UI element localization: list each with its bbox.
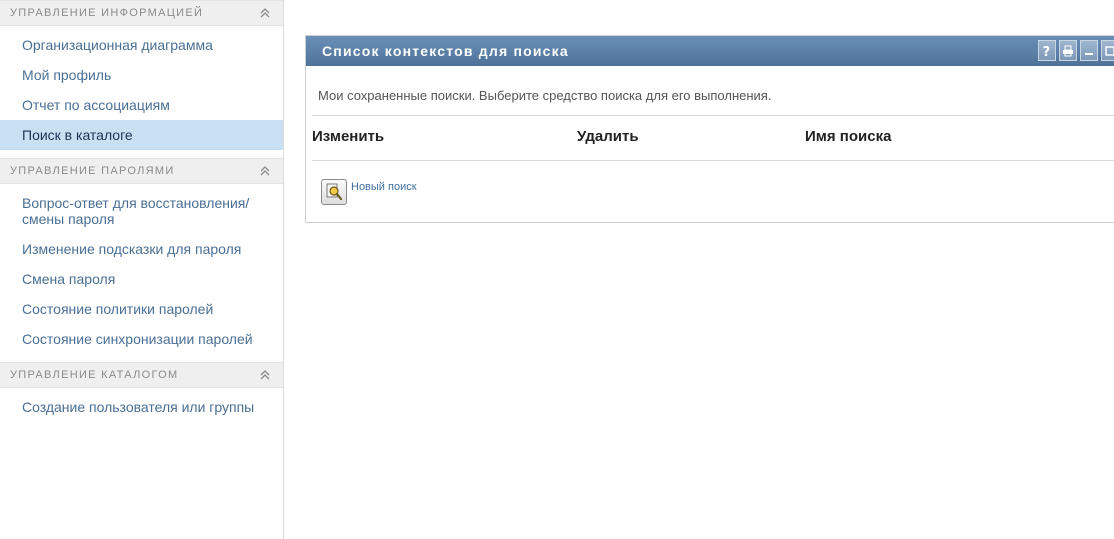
section-title: УПРАВЛЕНИЕ ПАРОЛЯМИ [10, 165, 175, 177]
search-list-portlet: Список контекстов для поиска ? Мои сохра… [305, 35, 1114, 223]
titlebar-buttons: ? [1038, 40, 1114, 62]
collapse-icon[interactable] [259, 7, 271, 19]
section-header-password-management: УПРАВЛЕНИЕ ПАРОЛЯМИ [0, 158, 283, 184]
sidebar-item-password-hint[interactable]: Изменение подсказки для пароля [0, 234, 283, 264]
nav-list-directory-management: Создание пользователя или группы [0, 388, 283, 430]
portlet-description: Мои сохраненные поиски. Выберите средств… [318, 88, 772, 103]
portlet-titlebar: Список контекстов для поиска ? [306, 36, 1114, 66]
sidebar-item-association-report[interactable]: Отчет по ассоциациям [0, 90, 283, 120]
divider [312, 160, 1114, 161]
portlet-title: Список контекстов для поиска [322, 43, 569, 59]
print-icon[interactable] [1059, 40, 1077, 61]
help-icon[interactable]: ? [1038, 40, 1056, 61]
sidebar-item-challenge-response[interactable]: Вопрос-ответ для восстановления/смены па… [0, 188, 283, 234]
sidebar-item-password-policy-status[interactable]: Состояние политики паролей [0, 294, 283, 324]
section-title: УПРАВЛЕНИЕ КАТАЛОГОМ [10, 369, 179, 381]
sidebar-item-password-sync-status[interactable]: Состояние синхронизации паролей [0, 324, 283, 354]
section-header-info-management: УПРАВЛЕНИЕ ИНФОРМАЦИЕЙ [0, 0, 283, 26]
column-header-edit: Изменить [312, 128, 385, 145]
section-title: УПРАВЛЕНИЕ ИНФОРМАЦИЕЙ [10, 7, 204, 19]
sidebar-item-my-profile[interactable]: Мой профиль [0, 60, 283, 90]
collapse-icon[interactable] [259, 165, 271, 177]
nav-list-password-management: Вопрос-ответ для восстановления/смены па… [0, 184, 283, 362]
minimize-icon[interactable] [1080, 40, 1098, 61]
table-header: Изменить Удалить Имя поиска [306, 116, 1114, 160]
new-search-icon[interactable] [321, 179, 347, 205]
svg-text:?: ? [1043, 45, 1052, 58]
sidebar-item-directory-search[interactable]: Поиск в каталоге [0, 120, 283, 150]
maximize-icon[interactable] [1101, 40, 1114, 61]
sidebar-item-change-password[interactable]: Смена пароля [0, 264, 283, 294]
sidebar-item-org-chart[interactable]: Организационная диаграмма [0, 30, 283, 60]
nav-list-info-management: Организационная диаграмма Мой профиль От… [0, 26, 283, 158]
column-header-search-name: Имя поиска [805, 128, 892, 145]
sidebar: УПРАВЛЕНИЕ ИНФОРМАЦИЕЙ Организационная д… [0, 0, 284, 539]
sidebar-item-create-user-group[interactable]: Создание пользователя или группы [0, 392, 283, 422]
new-search-link[interactable]: Новый поиск [351, 181, 417, 193]
section-header-directory-management: УПРАВЛЕНИЕ КАТАЛОГОМ [0, 362, 283, 388]
new-search-button[interactable]: Новый поиск [321, 179, 417, 205]
column-header-delete: Удалить [577, 128, 639, 145]
collapse-icon[interactable] [259, 369, 271, 381]
